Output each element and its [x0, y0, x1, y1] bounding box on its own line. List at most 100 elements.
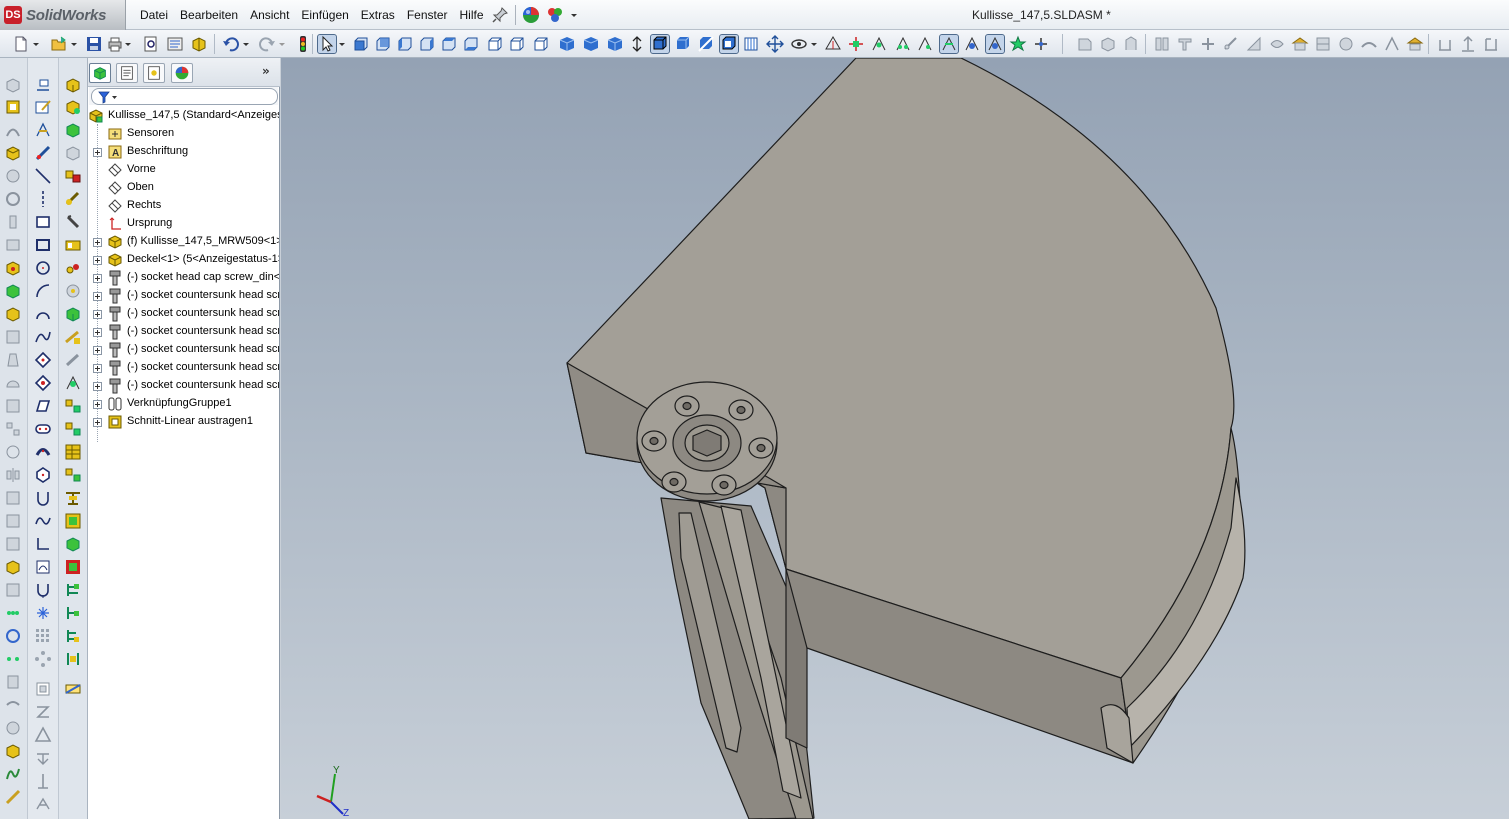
dynamic-pattern-icon[interactable] — [4, 604, 22, 622]
menu-einfuegen[interactable]: Einfügen — [295, 8, 354, 22]
chevron-down-icon[interactable] — [278, 35, 286, 53]
change-suppression-icon[interactable] — [64, 282, 82, 300]
chevron-down-icon[interactable] — [810, 35, 818, 53]
edge-flange-icon[interactable] — [1122, 35, 1140, 53]
revolve-cut-icon[interactable] — [4, 236, 22, 254]
view-cube-single-icon[interactable] — [606, 35, 624, 53]
view-cube-trimetric-icon[interactable] — [508, 35, 526, 53]
tree-filter-input[interactable] — [91, 88, 278, 105]
hole-wizard-icon[interactable] — [4, 213, 22, 231]
base-flange-icon[interactable] — [1099, 35, 1117, 53]
featuremanager-tab[interactable] — [89, 63, 111, 83]
view-normal-to-icon[interactable] — [582, 35, 600, 53]
expand-toggle-icon[interactable] — [93, 310, 102, 319]
interference-detection-icon[interactable] — [963, 35, 981, 53]
assembly-transparency-icon[interactable] — [64, 351, 82, 369]
collision-detection-icon[interactable] — [985, 34, 1005, 54]
reference-geometry-icon[interactable] — [1032, 35, 1050, 53]
helix-icon[interactable] — [4, 627, 22, 645]
offset-entities-icon[interactable] — [34, 558, 52, 576]
tree-item[interactable]: Oben — [88, 179, 279, 197]
linear-pattern-icon[interactable] — [4, 420, 22, 438]
open-folder-icon[interactable] — [50, 35, 68, 53]
rib-icon[interactable] — [4, 328, 22, 346]
circular-sketch-pattern-icon[interactable] — [34, 650, 52, 668]
undercut-analysis-icon[interactable] — [1459, 35, 1477, 53]
graphics-area[interactable]: Y Z X — [281, 58, 1509, 819]
view-cube-left-icon[interactable] — [396, 35, 414, 53]
ruled-surface-icon[interactable] — [1383, 35, 1401, 53]
tree-item[interactable]: A Beschriftung — [88, 143, 279, 161]
large-assembly-mode-icon[interactable] — [64, 558, 82, 576]
tree-item[interactable]: Kullisse_147,5 (Standard<Anzeigestatus-1… — [88, 107, 279, 125]
chevron-down-icon[interactable] — [70, 35, 78, 53]
expand-toggle-icon[interactable] — [93, 274, 102, 283]
view-cube-back-icon[interactable] — [374, 35, 392, 53]
menu-bearbeiten[interactable]: Bearbeiten — [174, 8, 244, 22]
smart-dimension-icon[interactable] — [34, 76, 52, 94]
3d-model[interactable] — [281, 58, 1509, 819]
end-cap-icon[interactable] — [1222, 35, 1240, 53]
expand-toggle-icon[interactable] — [93, 292, 102, 301]
view-cube-dimetric-icon[interactable] — [532, 35, 550, 53]
extrude-boss-icon[interactable] — [4, 76, 22, 94]
chevron-down-icon[interactable] — [242, 35, 250, 53]
pin-icon[interactable] — [491, 6, 509, 24]
view-shaded-cube-icon[interactable] — [558, 35, 576, 53]
redo-icon[interactable] — [258, 35, 276, 53]
view-cube-bottom-icon[interactable] — [462, 35, 480, 53]
appearance-ball-icon[interactable] — [522, 6, 540, 24]
displaymanager-tab[interactable] — [171, 63, 193, 83]
solidworks-logo[interactable]: DS SolidWorks — [0, 0, 126, 30]
expand-toggle-icon[interactable] — [93, 256, 102, 265]
shaded-icon[interactable] — [674, 35, 692, 53]
balloon-icon[interactable] — [64, 489, 82, 507]
assembly-xpert-icon[interactable] — [64, 535, 82, 553]
tree-item[interactable]: (-) socket countersunk head screw<1> — [88, 287, 279, 305]
expand-toggle-icon[interactable] — [93, 418, 102, 427]
new-assembly-icon[interactable] — [64, 121, 82, 139]
instant3d-icon[interactable] — [64, 466, 82, 484]
tree-item[interactable]: (-) socket countersunk head screw<4> — [88, 341, 279, 359]
print-preview-icon[interactable] — [142, 35, 160, 53]
centerpoint-polygon-icon[interactable] — [34, 466, 52, 484]
chevron-down-icon[interactable] — [338, 35, 346, 53]
tree-item[interactable]: (-) socket countersunk head screw<5> — [88, 359, 279, 377]
scale-sketch-icon[interactable] — [34, 726, 52, 744]
tree-item[interactable]: (f) Kullisse_147,5_MRW509<1> — [88, 233, 279, 251]
grid-pattern-icon[interactable] — [34, 627, 52, 645]
asterisk-icon[interactable] — [34, 604, 52, 622]
circular-pattern-icon[interactable] — [4, 443, 22, 461]
extrude-cut-icon[interactable] — [4, 190, 22, 208]
variable-pattern-icon[interactable] — [4, 650, 22, 668]
view-cube-isometric-icon[interactable] — [486, 35, 504, 53]
u-shape-icon[interactable] — [34, 489, 52, 507]
mate-reference-icon[interactable] — [64, 650, 82, 668]
exploded-line-sketch-icon[interactable] — [64, 420, 82, 438]
rectangle-icon[interactable] — [34, 213, 52, 231]
boundary-boss-icon[interactable] — [4, 167, 22, 185]
flex-icon[interactable] — [4, 696, 22, 714]
mate-icon[interactable] — [939, 34, 959, 54]
tree-item[interactable]: Sensoren — [88, 125, 279, 143]
sketch-pattern-icon[interactable] — [4, 512, 22, 530]
chamfer-icon[interactable] — [4, 282, 22, 300]
scale-icon[interactable] — [1482, 35, 1500, 53]
interference-check-icon[interactable] — [64, 680, 82, 698]
configurationmanager-tab[interactable] — [143, 63, 165, 83]
sketch-plane-icon[interactable] — [824, 35, 842, 53]
smart-mates-icon[interactable] — [64, 236, 82, 254]
trim-extend-icon[interactable] — [1199, 35, 1217, 53]
arc-icon[interactable] — [34, 282, 52, 300]
stretch-icon[interactable] — [34, 703, 52, 721]
expand-toggle-icon[interactable] — [93, 364, 102, 373]
spline-icon[interactable] — [34, 328, 52, 346]
sheet-metal-icon[interactable] — [1076, 35, 1094, 53]
select-arrow-icon[interactable] — [317, 34, 337, 54]
expand-toggle-icon[interactable] — [93, 346, 102, 355]
tree-item[interactable]: Schnitt-Linear austragen1 — [88, 413, 279, 431]
smart-fasteners-icon[interactable] — [894, 35, 912, 53]
menu-fenster[interactable]: Fenster — [401, 8, 454, 22]
tree-item[interactable]: Vorne — [88, 161, 279, 179]
menu-ansicht[interactable]: Ansicht — [244, 8, 295, 22]
